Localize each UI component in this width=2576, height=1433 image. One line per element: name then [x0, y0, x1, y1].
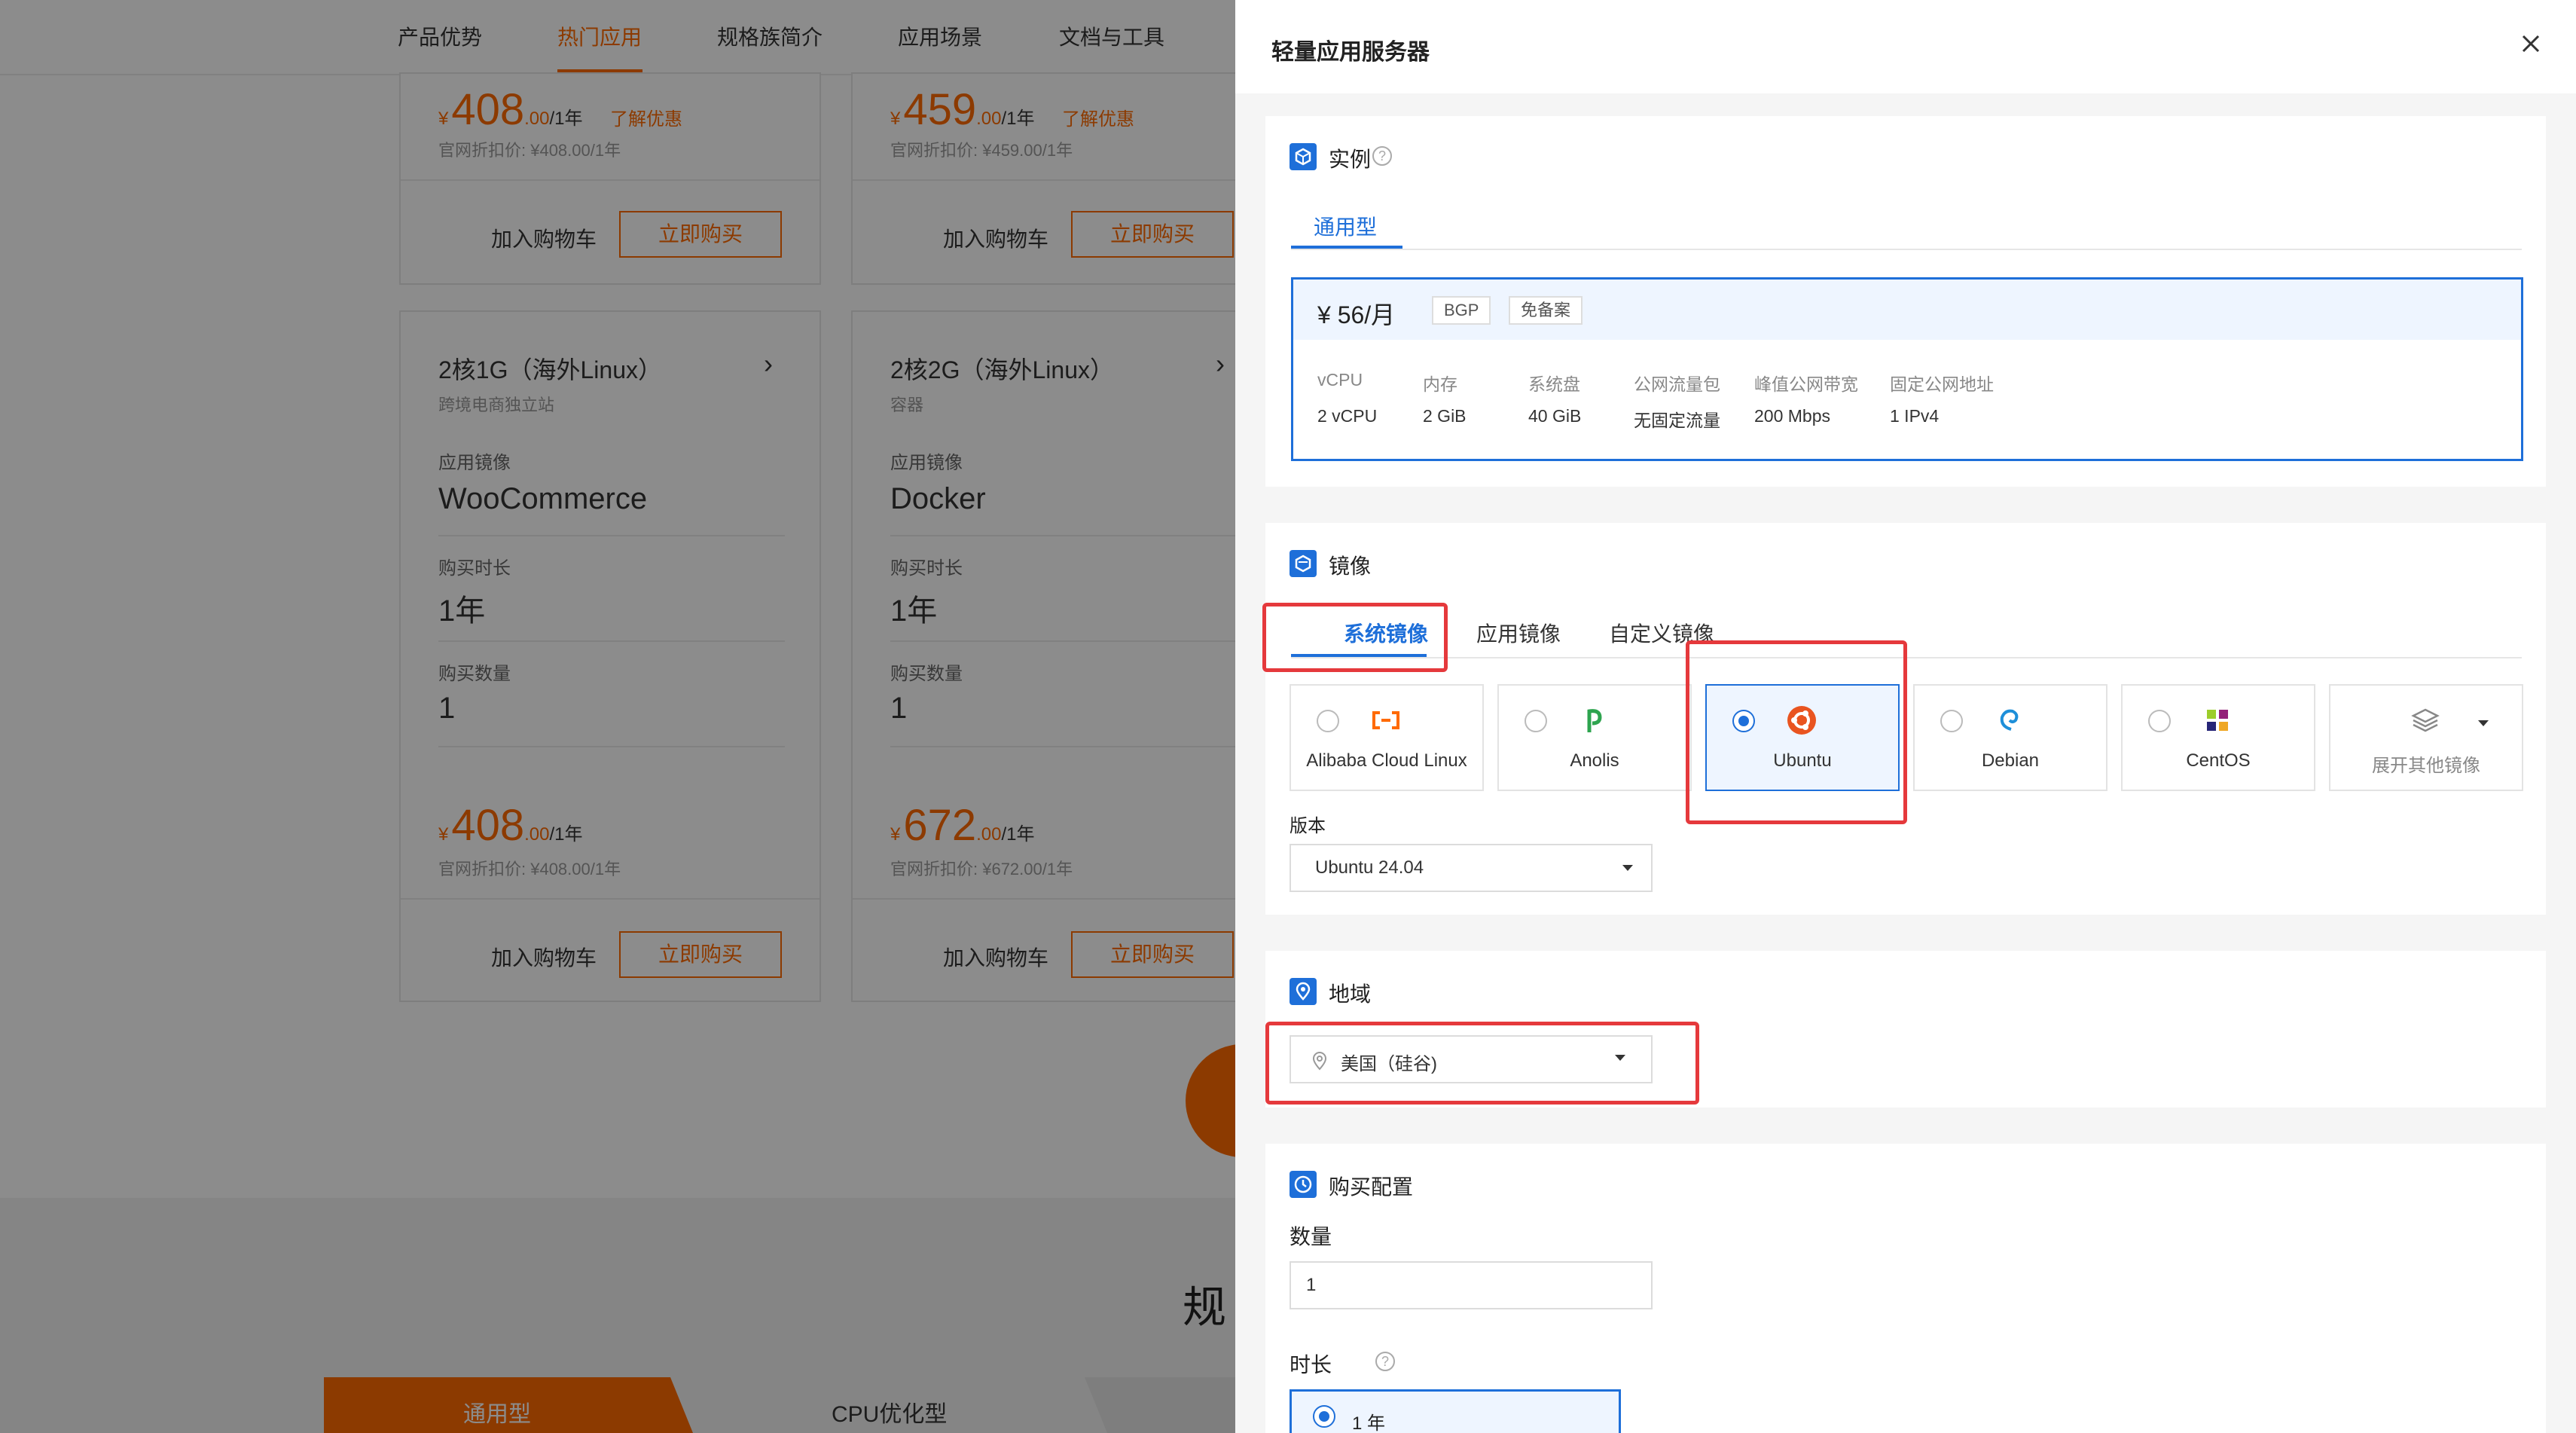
- radio-button[interactable]: [1317, 710, 1339, 732]
- debian-icon: [2000, 709, 2019, 731]
- tab-divider: [1291, 249, 2522, 250]
- tab-app-image[interactable]: 应用镜像: [1476, 618, 1561, 648]
- duration-label: 时长: [1290, 1353, 1332, 1376]
- drawer-title: 轻量应用服务器: [1271, 40, 1430, 65]
- purchase-config-title: 购买配置: [1329, 1175, 1414, 1199]
- radio-button[interactable]: [1525, 710, 1547, 732]
- chevron-down-icon: [1622, 865, 1633, 871]
- highlight-region-select: [1265, 1022, 1699, 1105]
- spec-value: 无固定流量: [1634, 411, 1720, 430]
- centos-icon: [2207, 710, 2228, 731]
- highlight-system-image-tab: [1262, 603, 1448, 672]
- os-name: Debian: [1981, 750, 2040, 771]
- tag-no-filing: 免备案: [1509, 296, 1583, 325]
- instance-card[interactable]: ¥ 56/月 BGP 免备案 vCPU 2 vCPU 内存 2 GiB 系统盘 …: [1291, 277, 2523, 461]
- spec-label: vCPU: [1317, 370, 1363, 390]
- quantity-label: 数量: [1290, 1225, 1332, 1248]
- purchase-config-section: 购买配置 数量 1 时长 ? 1 年: [1265, 1144, 2546, 1433]
- spec-value: 2 vCPU: [1317, 406, 1378, 426]
- spec-label: 公网流量包: [1634, 374, 1720, 394]
- radio-button[interactable]: [2148, 710, 2171, 732]
- os-name: CentOS: [2186, 750, 2251, 771]
- radio-button[interactable]: [1940, 710, 1963, 732]
- spec-label: 系统盘: [1528, 374, 1580, 394]
- spec-label: 内存: [1423, 374, 1457, 394]
- alibaba-cloud-icon: [1372, 711, 1399, 729]
- os-option-more[interactable]: 展开其他镜像: [2329, 684, 2523, 791]
- highlight-ubuntu-option: [1686, 640, 1907, 824]
- instance-section: 实例 ? 通用型 ¥ 56/月 BGP 免备案 vCPU 2 vCPU 内存 2…: [1265, 116, 2546, 487]
- version-label: 版本: [1290, 816, 1326, 836]
- instance-title: 实例: [1329, 148, 1372, 171]
- close-icon[interactable]: [2516, 29, 2546, 59]
- spec-label: 固定公网地址: [1890, 374, 1994, 394]
- version-select[interactable]: Ubuntu 24.04: [1290, 844, 1653, 892]
- os-name: Anolis: [1570, 750, 1619, 771]
- os-option-centos[interactable]: CentOS: [2121, 684, 2315, 791]
- layers-icon: [2411, 708, 2440, 732]
- duration-option-selected[interactable]: 1 年: [1290, 1389, 1621, 1433]
- version-value: Ubuntu 24.04: [1315, 857, 1424, 878]
- duration-value: 1 年: [1352, 1413, 1386, 1433]
- quantity-input[interactable]: 1: [1290, 1261, 1653, 1309]
- region-title: 地域: [1329, 982, 1372, 1006]
- help-icon[interactable]: ?: [1372, 146, 1392, 166]
- spec-value: 40 GiB: [1528, 406, 1582, 426]
- help-icon[interactable]: ?: [1375, 1352, 1395, 1371]
- spec-value: 2 GiB: [1423, 406, 1467, 426]
- radio-button-selected[interactable]: [1313, 1405, 1335, 1428]
- image-icon: [1290, 550, 1317, 577]
- os-option-alibaba[interactable]: Alibaba Cloud Linux: [1290, 684, 1484, 791]
- chevron-down-icon[interactable]: [2478, 720, 2489, 726]
- os-name: Alibaba Cloud Linux: [1306, 750, 1467, 771]
- image-title: 镜像: [1329, 555, 1372, 578]
- instance-icon: [1290, 143, 1317, 170]
- clock-icon: [1290, 1171, 1317, 1198]
- spec-label: 峰值公网带宽: [1754, 374, 1858, 394]
- instance-price: ¥ 56/月: [1317, 301, 1396, 328]
- modal-overlay[interactable]: [0, 0, 1235, 1433]
- os-name: 展开其他镜像: [2372, 756, 2480, 776]
- spec-value: 200 Mbps: [1754, 406, 1831, 426]
- quantity-value: 1: [1306, 1275, 1317, 1295]
- os-option-anolis[interactable]: Anolis: [1497, 684, 1692, 791]
- spec-value: 1 IPv4: [1890, 406, 1940, 426]
- anolis-icon: [1587, 709, 1602, 732]
- location-icon: [1290, 978, 1317, 1005]
- tab-general-purpose[interactable]: 通用型: [1314, 211, 1377, 241]
- drawer-header: 轻量应用服务器: [1235, 0, 2576, 93]
- os-option-debian[interactable]: Debian: [1913, 684, 2107, 791]
- tag-bgp: BGP: [1432, 296, 1491, 325]
